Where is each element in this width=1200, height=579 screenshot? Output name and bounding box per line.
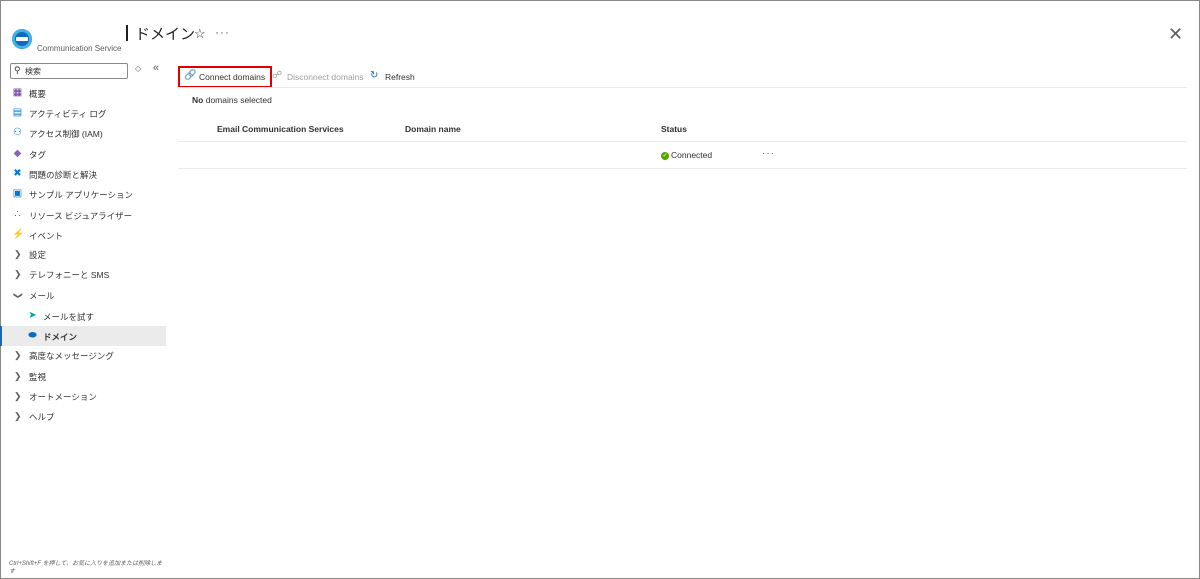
sidebar-item-label: イベント <box>29 231 64 241</box>
connect-domains-button[interactable]: 🔗 Connect domains <box>180 69 266 85</box>
search-icon: ⚲ <box>14 65 21 75</box>
chevron-down-icon: ❯ <box>13 291 24 300</box>
sidebar-item-label: リソース ビジュアライザー <box>29 211 133 221</box>
tag-icon: ◆ <box>13 148 22 159</box>
sidebar-group-automation[interactable]: ❯ オートメーション <box>0 386 166 406</box>
selection-status: No domains selected <box>192 95 272 105</box>
collapse-sidebar-icon[interactable]: « <box>153 62 159 74</box>
sidebar-group-email[interactable]: ❯ メール <box>0 285 166 305</box>
sidebar-item-overview[interactable]: ▦ 概要 <box>0 83 166 103</box>
checkmark-circle-icon: ✓ <box>661 151 669 160</box>
column-header-status[interactable]: Status <box>661 124 687 134</box>
chevron-right-icon: ❯ <box>14 391 22 401</box>
chevron-right-icon: ❯ <box>14 269 22 279</box>
page-title: ドメイン <box>135 26 196 43</box>
favorites-shortcut-hint: Ctrl+Shift+F を押して、お気に入りを追加または削除します <box>9 561 163 575</box>
sidebar-item-label: 設定 <box>29 250 47 260</box>
domain-icon: ⬬ <box>28 330 37 341</box>
events-icon: ⚡ <box>12 229 25 240</box>
sidebar-item-label: タグ <box>29 150 47 160</box>
sidebar-item-label: 概要 <box>29 89 47 99</box>
refresh-button[interactable]: ↻ Refresh <box>370 69 416 85</box>
column-header-email-services[interactable]: Email Communication Services <box>217 124 344 134</box>
toolbar-divider <box>178 87 1187 88</box>
sidebar-item-sample-apps[interactable]: ▣ サンプル アプリケーション <box>0 184 166 204</box>
chevron-right-icon: ❯ <box>14 371 22 381</box>
sidebar-item-domains[interactable]: ⬬ ドメイン <box>0 326 166 346</box>
status-cell: ✓ Connected <box>661 150 712 160</box>
swap-icon[interactable]: ◇ <box>135 64 141 73</box>
try-email-icon: ➤ <box>28 310 37 321</box>
sidebar-item-events[interactable]: ⚡ イベント <box>0 225 166 245</box>
sample-app-icon: ▣ <box>12 188 23 199</box>
search-input[interactable] <box>25 64 125 78</box>
sidebar-group-advanced-messaging[interactable]: ❯ 高度なメッセージング <box>0 345 166 365</box>
sidebar-item-label: 監視 <box>29 372 47 382</box>
sidebar-group-monitoring[interactable]: ❯ 監視 <box>0 366 166 386</box>
title-divider <box>126 25 128 41</box>
disconnect-domains-label: Disconnect domains <box>287 72 364 82</box>
status-text: Connected <box>671 150 713 160</box>
sidebar-item-activity-log[interactable]: ▤ アクティビティ ログ <box>0 103 166 123</box>
connect-domains-label: Connect domains <box>199 72 266 82</box>
sidebar-item-label: メールを試す <box>43 312 95 322</box>
refresh-icon: ↻ <box>370 70 379 81</box>
row-more-options-icon[interactable]: ··· <box>762 148 775 159</box>
overview-icon: ▦ <box>12 87 23 98</box>
iam-icon: ⚇ <box>13 127 22 138</box>
communication-service-logo-icon <box>12 29 32 49</box>
unlink-icon: ☍ <box>272 70 283 81</box>
sidebar-group-help[interactable]: ❯ ヘルプ <box>0 406 166 426</box>
sidebar-group-telephony-sms[interactable]: ❯ テレフォニーと SMS <box>0 264 166 284</box>
sidebar-item-try-email[interactable]: ➤ メールを試す <box>0 306 166 326</box>
disconnect-domains-button[interactable]: ☍ Disconnect domains <box>272 69 364 85</box>
row-divider <box>178 168 1187 169</box>
sidebar-item-resource-visualizer[interactable]: ∴ リソース ビジュアライザー <box>0 205 166 225</box>
column-header-domain-name[interactable]: Domain name <box>405 124 461 134</box>
sidebar-item-label: オートメーション <box>29 392 97 402</box>
selection-count: No <box>192 95 204 105</box>
chevron-right-icon: ❯ <box>14 350 22 360</box>
sidebar-item-label: 高度なメッセージング <box>29 351 114 361</box>
visualizer-icon: ∴ <box>14 209 21 220</box>
chevron-right-icon: ❯ <box>14 249 22 259</box>
sidebar-group-settings[interactable]: ❯ 設定 <box>0 244 166 264</box>
sidebar-item-tags[interactable]: ◆ タグ <box>0 144 166 164</box>
refresh-label: Refresh <box>385 72 415 82</box>
activity-log-icon: ▤ <box>12 107 23 118</box>
sidebar-item-label: ヘルプ <box>29 412 55 422</box>
sidebar-item-label: アクティビティ ログ <box>29 109 107 119</box>
sidebar-item-iam[interactable]: ⚇ アクセス制御 (IAM) <box>0 123 166 143</box>
service-type-label: Communication Service <box>37 44 122 53</box>
more-options-icon[interactable]: ··· <box>215 25 230 39</box>
selection-rest: domains selected <box>205 95 272 105</box>
sidebar-item-label: メール <box>29 291 55 301</box>
sidebar-item-label: アクセス制御 (IAM) <box>29 129 103 139</box>
sidebar-item-label: サンプル アプリケーション <box>29 190 133 200</box>
chevron-right-icon: ❯ <box>14 411 22 421</box>
sidebar-item-label: テレフォニーと SMS <box>29 270 110 280</box>
header-row-divider <box>178 141 1187 142</box>
link-icon: 🔗 <box>184 70 197 81</box>
diagnose-icon: ✖ <box>13 168 22 179</box>
sidebar-item-label: 問題の診断と解決 <box>29 170 98 180</box>
sidebar-search-box[interactable]: ⚲ <box>10 63 128 79</box>
sidebar-item-diagnose[interactable]: ✖ 問題の診断と解決 <box>0 164 166 184</box>
favorite-star-icon[interactable]: ☆ <box>194 26 206 42</box>
sidebar-item-label: ドメイン <box>43 332 78 342</box>
close-icon[interactable]: ✕ <box>1168 24 1183 45</box>
